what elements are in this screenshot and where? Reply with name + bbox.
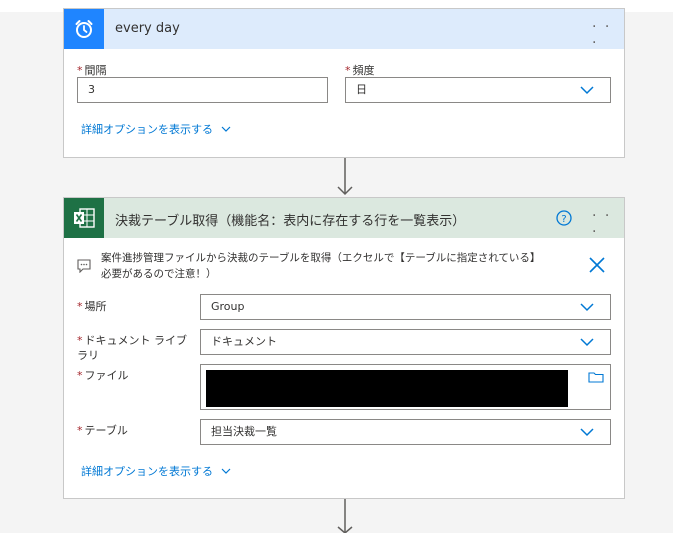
show-advanced-options-link[interactable]: 詳細オプションを表示する (81, 463, 231, 479)
step-comment: 案件進捗管理ファイルから決裁のテーブルを取得（エクセルで【テーブルに指定されてい… (101, 250, 571, 282)
chevron-down-icon (221, 126, 231, 132)
table-label: * テーブル (77, 424, 128, 437)
advanced-options-label: 詳細オプションを表示する (81, 465, 213, 478)
chevron-down-icon (580, 86, 594, 95)
more-options-button[interactable]: · · · (592, 19, 624, 51)
chevron-down-icon (580, 428, 594, 437)
close-icon[interactable] (589, 257, 605, 273)
frequency-label: * 頻度 (345, 64, 375, 77)
excel-card-title: 決裁テーブル取得（機能名：表内に存在する行を一覧表示） (115, 214, 466, 229)
connector-arrow-icon (337, 158, 353, 196)
frequency-dropdown[interactable]: 日 (345, 77, 611, 103)
location-value: Group (211, 300, 245, 313)
table-value: 担当決裁一覧 (211, 425, 277, 438)
frequency-value: 日 (356, 83, 367, 96)
folder-icon[interactable] (588, 371, 604, 383)
show-advanced-options-link[interactable]: 詳細オプションを表示する (81, 121, 231, 137)
document-library-label: * ドキュメント ライブ ラリ (77, 334, 188, 362)
comment-line: 必要があるので注意！） (101, 268, 217, 280)
chevron-down-icon (580, 303, 594, 312)
table-dropdown[interactable]: 担当決裁一覧 (200, 419, 611, 445)
comment-line: 案件進捗管理ファイルから決裁のテーブルを取得（エクセルで【テーブルに指定されてい… (101, 252, 541, 264)
location-dropdown[interactable]: Group (200, 294, 611, 320)
recurrence-card: every day · · · * 間隔 3 * 頻度 日 詳細オプションを表示する (63, 8, 625, 158)
alarm-clock-icon (64, 9, 104, 49)
file-label: * ファイル (77, 369, 129, 382)
interval-input[interactable]: 3 (77, 77, 328, 103)
excel-list-rows-card: 決裁テーブル取得（機能名：表内に存在する行を一覧表示） ? · · · 案件進捗… (63, 197, 625, 499)
excel-icon (64, 198, 104, 238)
advanced-options-label: 詳細オプションを表示する (81, 123, 213, 136)
recurrence-card-title: every day (115, 21, 180, 36)
document-library-label-line: ラリ (77, 349, 99, 362)
help-icon[interactable]: ? (556, 210, 572, 226)
excel-card-header[interactable]: 決裁テーブル取得（機能名：表内に存在する行を一覧表示） ? · · · (64, 198, 624, 240)
chevron-down-icon (221, 468, 231, 474)
location-label: * 場所 (77, 300, 107, 313)
chevron-down-icon (580, 338, 594, 347)
redacted-file-path (206, 370, 568, 407)
more-options-button[interactable]: · · · (592, 208, 624, 240)
comment-icon (77, 259, 91, 273)
recurrence-card-header[interactable]: every day · · · (64, 9, 624, 51)
interval-label: * 間隔 (77, 64, 107, 77)
document-library-value: ドキュメント (211, 335, 277, 348)
connector-arrow-icon (337, 499, 353, 533)
svg-text:?: ? (561, 214, 566, 225)
document-library-label-line: ドキュメント ライブ (84, 334, 188, 347)
file-picker-field[interactable] (200, 364, 611, 410)
document-library-dropdown[interactable]: ドキュメント (200, 329, 611, 355)
